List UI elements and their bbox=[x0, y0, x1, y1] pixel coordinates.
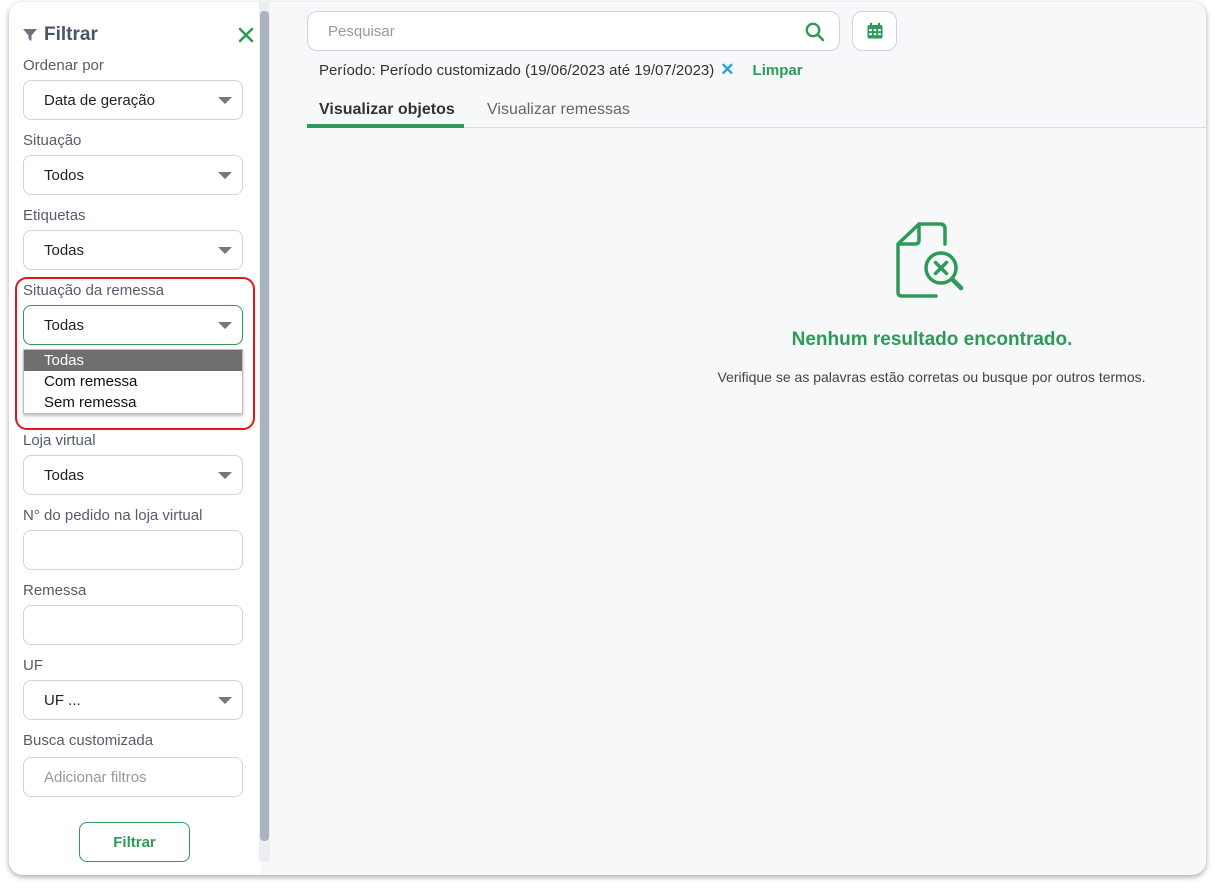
order-by-label: Ordenar por bbox=[23, 57, 104, 74]
status-value: Todos bbox=[44, 166, 85, 184]
shipment-label: Remessa bbox=[23, 582, 87, 599]
dropdown-option-com-remessa[interactable]: Com remessa bbox=[24, 371, 242, 392]
order-number-label: N° do pedido na loja virtual bbox=[23, 507, 203, 524]
search-icon[interactable] bbox=[805, 22, 825, 42]
clear-link[interactable]: Limpar bbox=[753, 62, 803, 79]
chevron-down-icon bbox=[218, 697, 232, 704]
custom-search-input[interactable]: Adicionar filtros bbox=[23, 757, 243, 797]
app-window: Filtrar Ordenar por Data de geração Situ… bbox=[9, 2, 1206, 875]
state-select[interactable]: UF ... bbox=[23, 680, 243, 720]
shipment-status-label: Situação da remessa bbox=[23, 282, 164, 299]
chevron-down-icon bbox=[218, 472, 232, 479]
status-label: Situação bbox=[23, 132, 82, 149]
search-placeholder: Pesquisar bbox=[328, 22, 395, 40]
chevron-down-icon bbox=[218, 322, 232, 329]
filter-sidebar: Filtrar Ordenar por Data de geração Situ… bbox=[9, 2, 261, 875]
order-number-input[interactable] bbox=[23, 530, 243, 570]
labels-label: Etiquetas bbox=[23, 207, 86, 224]
chevron-down-icon bbox=[218, 97, 232, 104]
document-search-x-icon bbox=[896, 222, 964, 298]
virtual-store-value: Todas bbox=[44, 466, 85, 484]
search-input[interactable]: Pesquisar bbox=[307, 11, 840, 51]
state-value: UF ... bbox=[44, 691, 81, 709]
empty-state-title: Nenhum resultado encontrado. bbox=[791, 329, 1073, 350]
tab-visualizar-objetos[interactable]: Visualizar objetos bbox=[319, 101, 455, 119]
filter-button[interactable]: Filtrar bbox=[79, 822, 190, 862]
dropdown-option-todas[interactable]: Todas bbox=[24, 350, 242, 371]
remove-period-icon[interactable]: ✕ bbox=[720, 60, 734, 80]
virtual-store-select[interactable]: Todas bbox=[23, 455, 243, 495]
empty-state-subtitle: Verifique se as palavras estão corretas … bbox=[717, 369, 1146, 385]
virtual-store-label: Loja virtual bbox=[23, 432, 96, 449]
shipment-status-value: Todas bbox=[44, 316, 85, 334]
calendar-button[interactable] bbox=[852, 11, 897, 51]
filter-header: Filtrar bbox=[23, 24, 98, 46]
labels-value: Todas bbox=[44, 241, 85, 259]
calendar-icon bbox=[867, 22, 882, 39]
sidebar-scrollbar-thumb[interactable] bbox=[260, 11, 269, 841]
custom-search-label: Busca customizada bbox=[23, 732, 154, 749]
status-select[interactable]: Todos bbox=[23, 155, 243, 195]
shipment-input[interactable] bbox=[23, 605, 243, 645]
close-icon[interactable] bbox=[237, 26, 255, 44]
chevron-down-icon bbox=[218, 247, 232, 254]
labels-select[interactable]: Todas bbox=[23, 230, 243, 270]
period-filter: Período: Período customizado (19/06/2023… bbox=[319, 60, 803, 80]
period-text: Período: Período customizado (19/06/2023… bbox=[319, 61, 715, 79]
order-by-value: Data de geração bbox=[44, 91, 155, 109]
dropdown-option-sem-remessa[interactable]: Sem remessa bbox=[24, 392, 242, 413]
state-label: UF bbox=[23, 657, 43, 674]
filter-title: Filtrar bbox=[44, 24, 98, 45]
order-by-select[interactable]: Data de geração bbox=[23, 80, 243, 120]
shipment-status-dropdown: Todas Com remessa Sem remessa bbox=[23, 349, 243, 414]
tab-visualizar-remessas[interactable]: Visualizar remessas bbox=[487, 101, 630, 119]
shipment-status-select[interactable]: Todas bbox=[23, 305, 243, 345]
active-tab-indicator bbox=[307, 124, 464, 128]
filter-icon bbox=[23, 29, 37, 41]
chevron-down-icon bbox=[218, 172, 232, 179]
